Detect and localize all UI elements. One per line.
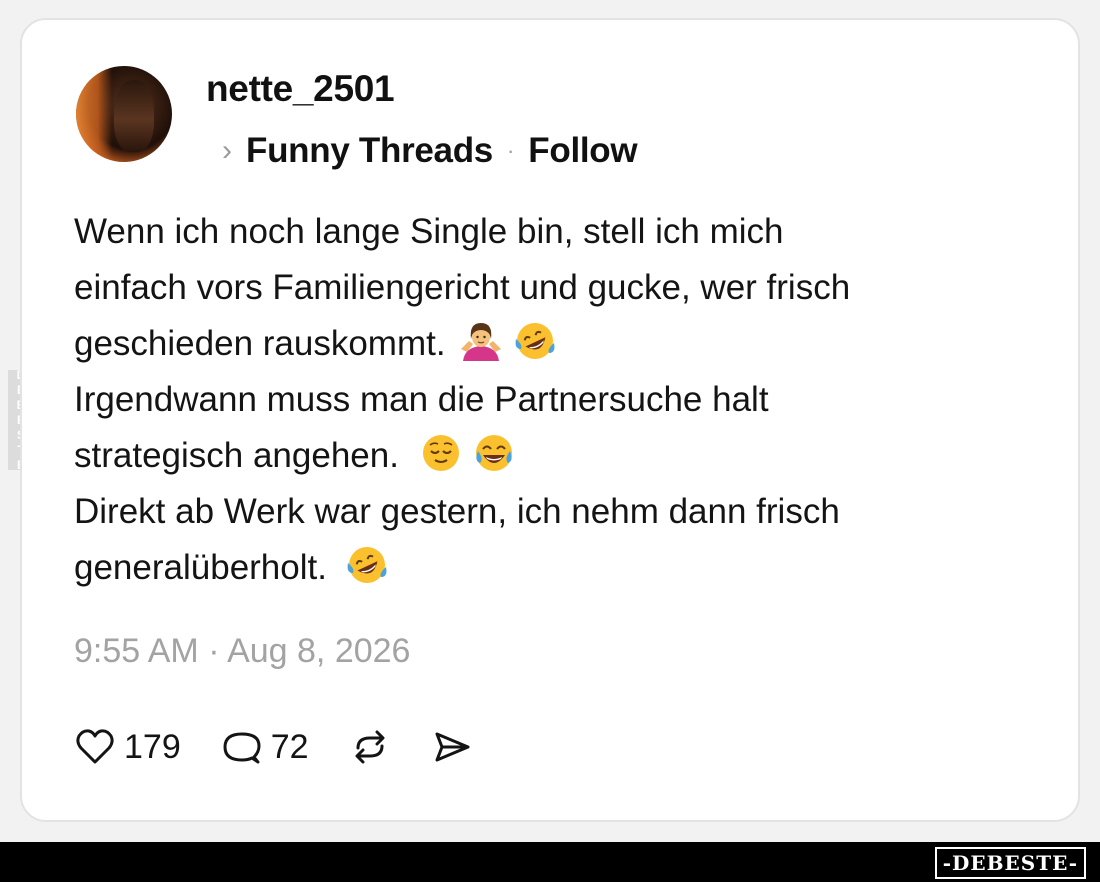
- dot-separator: ·: [506, 138, 515, 163]
- post-body: Wenn ich noch lange Single bin, stell ic…: [74, 204, 1034, 596]
- avatar[interactable]: [76, 66, 172, 162]
- rofl-emoji: [347, 547, 387, 583]
- post-text-line: Wenn ich noch lange Single bin, stell ic…: [74, 212, 784, 251]
- relieved-face-emoji: [422, 435, 459, 471]
- repost-button[interactable]: [349, 726, 391, 768]
- post-timestamp: 9:55 AM · Aug 8, 2026: [74, 632, 411, 670]
- post-text-line: Direkt ab Werk war gestern, ich nehm dan…: [74, 492, 840, 531]
- footer-watermark: -DEBESTE-: [934, 847, 1086, 879]
- topic-link[interactable]: Funny Threads: [246, 131, 493, 171]
- post-text-line: einfach vors Familiengericht und gucke, …: [74, 268, 851, 307]
- person-shrugging-emoji: [461, 323, 502, 361]
- heart-icon: [76, 729, 114, 764]
- rofl-emoji: [515, 323, 555, 359]
- post-text-line: strategisch angehen.: [74, 436, 399, 475]
- post-text-line: Irgendwann muss man die Partnersuche hal…: [74, 380, 769, 419]
- chevron-right-icon: ›: [222, 134, 232, 167]
- footer-bar: -DEBESTE-: [0, 842, 1100, 882]
- share-icon: [435, 732, 470, 762]
- post-text-line-with-emoji: strategisch angehen.: [74, 428, 1034, 484]
- post-text-line-with-emoji: geschieden rauskommt.: [74, 316, 1034, 372]
- like-count: 179: [124, 727, 181, 766]
- post-text-line: generalüberholt.: [74, 548, 327, 587]
- follow-button[interactable]: Follow: [528, 131, 637, 171]
- action-bar: 179 72: [74, 720, 513, 774]
- comment-button[interactable]: 72: [221, 726, 309, 768]
- comment-count: 72: [270, 727, 309, 766]
- repost-icon: [355, 730, 385, 764]
- post-text-line-with-emoji: generalüberholt.: [74, 540, 1034, 596]
- like-button[interactable]: 179: [74, 726, 181, 768]
- share-button[interactable]: [431, 726, 473, 768]
- post-text-line: geschieden rauskommt.: [74, 324, 446, 363]
- tears-of-joy-emoji: [476, 435, 513, 471]
- topic-row: › Funny Threads · Follow: [222, 128, 638, 174]
- username[interactable]: nette_2501: [206, 68, 395, 110]
- comment-icon: [223, 732, 261, 764]
